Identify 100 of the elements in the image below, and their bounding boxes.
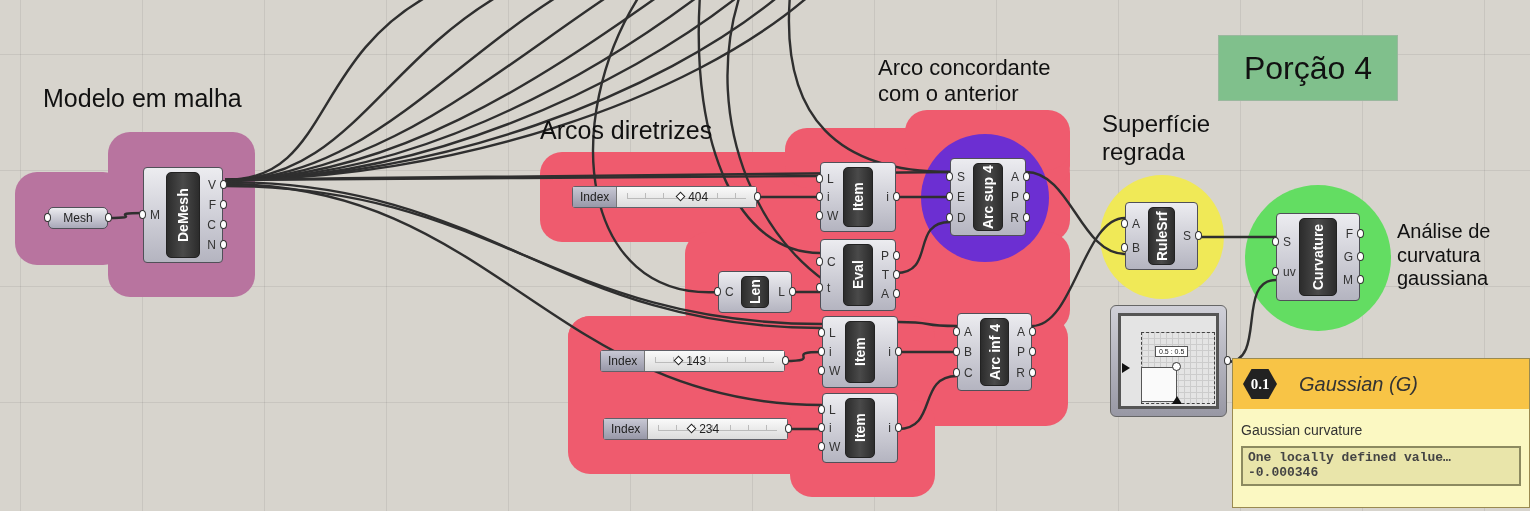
input-port[interactable] xyxy=(1272,236,1279,246)
component-name: Arc inf 4 xyxy=(980,318,1009,386)
output-port[interactable] xyxy=(1029,347,1036,356)
input-label: S xyxy=(1277,234,1291,249)
group-label: Modelo em malha xyxy=(43,84,242,114)
output-label: A xyxy=(881,287,895,301)
component-name: Item xyxy=(843,167,873,227)
input-port[interactable] xyxy=(816,257,823,267)
output-label: C xyxy=(207,218,222,232)
input-port[interactable] xyxy=(946,171,953,181)
output-label: S xyxy=(1183,229,1197,243)
component-name: Curvature xyxy=(1299,218,1337,296)
input-port[interactable] xyxy=(953,326,960,336)
group-label: Arco concordante com o anterior xyxy=(878,55,1051,107)
output-port[interactable] xyxy=(893,251,900,260)
output-port[interactable] xyxy=(220,240,227,249)
slider-handle[interactable] xyxy=(686,423,697,434)
slider-label: Index xyxy=(601,351,646,371)
output-port[interactable] xyxy=(1357,229,1364,238)
output-port[interactable] xyxy=(754,192,761,201)
output-port[interactable] xyxy=(1029,367,1036,377)
input-label: E xyxy=(951,190,965,204)
tooltip-title: Gaussian (G) xyxy=(1299,372,1418,396)
output-port[interactable] xyxy=(105,213,112,222)
output-label: R xyxy=(1010,210,1025,225)
group-label: Análise de curvatura gaussiana xyxy=(1397,220,1491,291)
output-port[interactable] xyxy=(1357,275,1364,284)
input-label: W xyxy=(821,208,839,223)
input-port[interactable] xyxy=(139,210,146,219)
input-port[interactable] xyxy=(946,192,953,201)
output-port[interactable] xyxy=(895,423,902,432)
component-name: Len xyxy=(741,276,769,308)
input-label: S xyxy=(951,169,965,184)
output-port[interactable] xyxy=(895,347,902,356)
scribble-label: Porção 4 xyxy=(1218,35,1398,101)
group-label: Superfície regrada xyxy=(1102,110,1211,167)
output-port[interactable] xyxy=(220,200,227,209)
output-label: N xyxy=(207,238,222,252)
output-label: P xyxy=(1017,345,1031,359)
input-port[interactable] xyxy=(44,213,51,222)
output-port[interactable] xyxy=(782,356,789,365)
output-port[interactable] xyxy=(1224,356,1231,365)
input-label: B xyxy=(1126,241,1140,255)
output-port[interactable] xyxy=(893,270,900,279)
input-port[interactable] xyxy=(946,212,953,222)
uv-handle[interactable] xyxy=(1172,362,1181,371)
tooltip-description: Gaussian curvature xyxy=(1240,421,1364,440)
output-port[interactable] xyxy=(893,289,900,298)
input-label: L xyxy=(821,171,834,186)
output-port[interactable] xyxy=(1023,192,1030,201)
input-port[interactable] xyxy=(818,347,825,356)
input-label: A xyxy=(958,324,972,339)
output-label: L xyxy=(778,285,791,299)
component-name: DeMesh xyxy=(166,172,200,258)
output-port[interactable] xyxy=(1023,171,1030,181)
input-label: D xyxy=(951,210,966,225)
output-label: F xyxy=(208,198,222,212)
tooltip-value: One locally defined value… -0.000346 xyxy=(1241,446,1521,486)
parameter-badge: 0.1 xyxy=(1243,369,1277,399)
input-port[interactable] xyxy=(714,287,721,296)
input-port[interactable] xyxy=(953,347,960,356)
output-port[interactable] xyxy=(893,192,900,201)
output-label: i xyxy=(886,190,895,204)
output-label: i xyxy=(888,421,897,435)
arrow-icon xyxy=(1122,363,1130,373)
slider-handle[interactable] xyxy=(673,355,684,366)
output-port[interactable] xyxy=(220,220,227,229)
output-label: R xyxy=(1016,365,1031,380)
output-label: F xyxy=(1345,227,1359,241)
input-port[interactable] xyxy=(816,282,823,292)
slider-handle[interactable] xyxy=(675,191,686,202)
output-port[interactable] xyxy=(1357,252,1364,261)
component-name: RuleSrf xyxy=(1148,207,1175,265)
input-label: W xyxy=(823,364,841,378)
input-port[interactable] xyxy=(1121,219,1128,228)
input-label: i xyxy=(821,190,830,204)
input-port[interactable] xyxy=(1121,243,1128,252)
input-label: uv xyxy=(1277,265,1296,280)
slider-label: Index xyxy=(573,187,618,207)
input-port[interactable] xyxy=(818,328,825,337)
component-name: Item xyxy=(845,398,875,458)
input-label: B xyxy=(958,345,972,359)
output-port[interactable] xyxy=(789,287,796,296)
output-port[interactable] xyxy=(1029,326,1036,336)
output-port[interactable] xyxy=(220,180,227,189)
input-port[interactable] xyxy=(818,366,825,375)
output-port[interactable] xyxy=(785,424,792,433)
output-port[interactable] xyxy=(1023,212,1030,222)
output-label: T xyxy=(881,268,895,282)
slider-value: 404 xyxy=(688,190,709,204)
input-label: M xyxy=(144,208,160,222)
slider-value: 143 xyxy=(686,354,707,368)
component-name: Item xyxy=(845,321,875,383)
input-label: L xyxy=(823,326,836,340)
output-port[interactable] xyxy=(1195,231,1202,240)
input-port[interactable] xyxy=(953,367,960,377)
input-label: t xyxy=(821,280,831,295)
slider-value: 234 xyxy=(699,422,720,436)
input-port[interactable] xyxy=(1272,267,1279,277)
output-label: A xyxy=(1011,169,1025,184)
